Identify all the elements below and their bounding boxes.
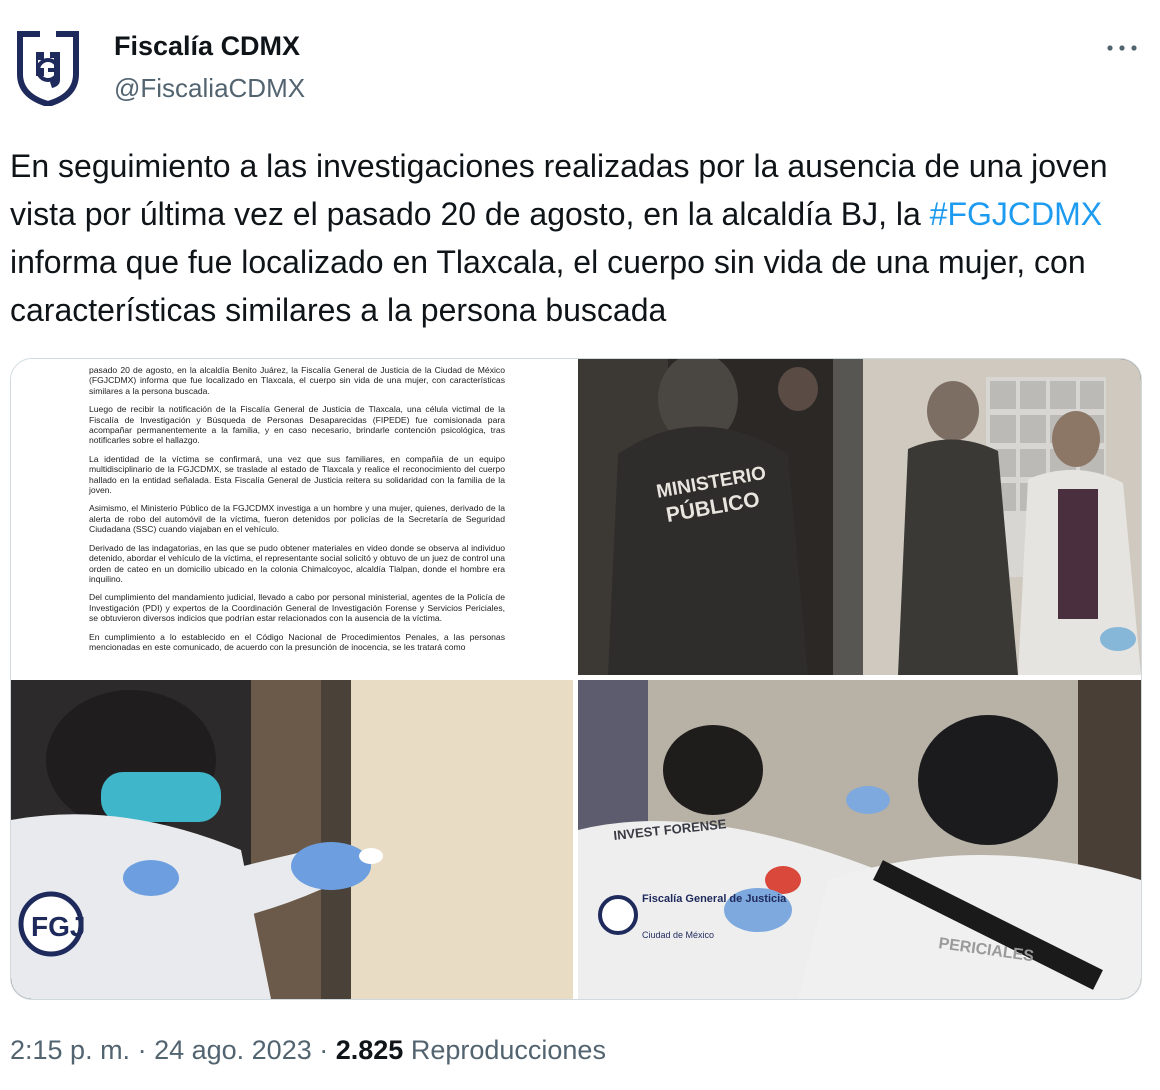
views-count: 2.825 xyxy=(335,1035,404,1065)
tweet-time[interactable]: 2:15 p. m. xyxy=(10,1035,130,1065)
tweet-text-part2: informa que fue localizado en Tlaxcala, … xyxy=(10,244,1086,328)
document-paragraph: pasado 20 de agosto, en la alcaldía Beni… xyxy=(89,365,505,396)
media-photo-forensic-door[interactable]: FGJ xyxy=(11,680,573,999)
jacket-fiscalia-text: Fiscalía General de Justicia xyxy=(642,893,787,905)
tweet-header: Fiscalía CDMX @FiscaliaCDMX xyxy=(0,0,1160,120)
forensic-door-photo-illustration: FGJ xyxy=(11,680,573,999)
media-grid[interactable]: pasado 20 de agosto, en la alcaldía Beni… xyxy=(10,358,1142,1000)
media-photo-forensic-team[interactable]: INVEST FORENSE Fiscalía General de Justi… xyxy=(578,680,1141,999)
fgj-logo-icon[interactable] xyxy=(14,30,82,106)
author-handle[interactable]: @FiscaliaCDMX xyxy=(114,72,305,104)
document-paragraph: Luego de recibir la notificación de la F… xyxy=(89,404,505,446)
officials-photo-illustration: MINISTERIO PÚBLICO xyxy=(578,359,1141,675)
press-release-document: pasado 20 de agosto, en la alcaldía Beni… xyxy=(11,359,573,652)
author-name[interactable]: Fiscalía CDMX xyxy=(114,30,300,62)
tweet-date[interactable]: 24 ago. 2023 xyxy=(154,1035,312,1065)
views-label: Reproducciones xyxy=(410,1035,606,1065)
forensic-team-photo-illustration: INVEST FORENSE Fiscalía General de Justi… xyxy=(578,680,1141,999)
separator: · xyxy=(311,1035,336,1065)
media-document-image[interactable]: pasado 20 de agosto, en la alcaldía Beni… xyxy=(11,359,573,675)
document-paragraph: En cumplimiento a lo establecido en el C… xyxy=(89,631,505,652)
tweet-text: En seguimiento a las investigaciones rea… xyxy=(10,142,1140,334)
jacket-cdmx-text: Ciudad de México xyxy=(642,930,714,940)
hashtag-link[interactable]: #FGJCDMX xyxy=(930,196,1102,232)
tweet-metadata: 2:15 p. m. · 24 ago. 2023 · 2.825 Reprod… xyxy=(10,1030,606,1070)
document-paragraph: Asimismo, el Ministerio Público de la FG… xyxy=(89,503,505,535)
document-paragraph: La identidad de la víctima se confirmará… xyxy=(89,453,505,496)
document-paragraph: Derivado de las indagatorias, en las que… xyxy=(89,542,505,584)
document-paragraph: Del cumplimiento del mandamiento judicia… xyxy=(89,592,505,624)
media-photo-officials[interactable]: MINISTERIO PÚBLICO xyxy=(578,359,1141,675)
fgj-jacket-logo-text: FGJ xyxy=(31,911,85,942)
separator: · xyxy=(130,1035,155,1065)
more-options-icon[interactable] xyxy=(1104,38,1140,58)
